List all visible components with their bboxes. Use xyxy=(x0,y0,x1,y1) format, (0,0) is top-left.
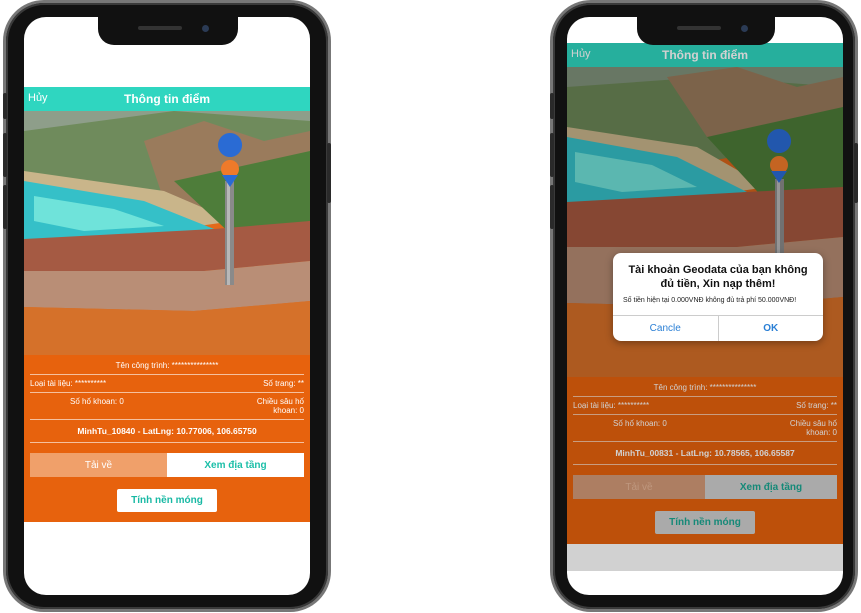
download-tab[interactable]: Tải về xyxy=(573,475,705,499)
notch xyxy=(98,17,238,45)
phone-left: Hủy Thông tin điểm Tên công trình: *****… xyxy=(3,3,331,609)
page-title: Thông tin điểm xyxy=(662,48,748,62)
phone-right: Hủy Thông tin điểm Tên công trình: *****… xyxy=(550,3,858,609)
page-title: Thông tin điểm xyxy=(124,92,210,106)
calculate-foundation-button[interactable]: Tính nền móng xyxy=(655,511,755,534)
download-tab[interactable]: Tải về xyxy=(30,453,167,477)
doc-row: Loại tài liệu: ********** Số trang: ** xyxy=(30,377,304,390)
project-name: Tên công trình: *************** xyxy=(115,361,219,370)
coordinates: MinhTu_00831 - LatLng: 10.78565, 106.655… xyxy=(615,448,795,458)
action-tabs: Tải về Xem địa tầng xyxy=(573,475,837,499)
document-type: Loại tài liệu: ********** xyxy=(573,401,650,410)
view-layers-tab[interactable]: Xem địa tầng xyxy=(705,475,837,499)
borehole-row: Số hố khoan: 0 Chiều sâu hố khoan: 0 xyxy=(573,417,837,439)
power-button xyxy=(854,143,858,203)
page-count: Số trang: ** xyxy=(796,401,837,410)
project-name: Tên công trình: *************** xyxy=(653,383,757,392)
view-layers-tab[interactable]: Xem địa tầng xyxy=(167,453,304,477)
page-count: Số trang: ** xyxy=(263,379,304,388)
volume-down-button xyxy=(550,185,554,229)
point-info-screen: Hủy Thông tin điểm Tên công trình: *****… xyxy=(24,87,310,531)
phone-screen: Hủy Thông tin điểm Tên công trình: *****… xyxy=(567,17,843,595)
point-info-panel: Tên công trình: *************** Loại tài… xyxy=(24,355,310,522)
dialog-cancel-button[interactable]: Cancle xyxy=(613,316,718,341)
geology-illustration xyxy=(24,111,310,355)
volume-up-button xyxy=(3,133,7,177)
calculate-foundation-button[interactable]: Tính nền móng xyxy=(117,489,217,512)
mute-switch xyxy=(3,93,7,119)
borehole-depth: Chiều sâu hố khoan: 0 xyxy=(256,397,304,415)
dialog-buttons: Cancle OK xyxy=(613,315,824,342)
dialog-title: Tài khoản Geodata của bạn không đủ tiền,… xyxy=(628,264,808,291)
coordinates: MinhTu_10840 - LatLng: 10.77006, 106.657… xyxy=(77,426,257,436)
cancel-link[interactable]: Hủy xyxy=(28,92,48,104)
document-type: Loại tài liệu: ********** xyxy=(30,379,107,388)
volume-up-button xyxy=(550,133,554,177)
cancel-link[interactable]: Hủy xyxy=(571,48,591,60)
dialog-ok-button[interactable]: OK xyxy=(717,316,824,342)
insufficient-funds-dialog: Tài khoản Geodata của bạn không đủ tiền,… xyxy=(613,253,824,342)
borehole-count: Số hố khoan: 0 xyxy=(613,419,667,428)
borehole-count: Số hố khoan: 0 xyxy=(70,397,124,406)
phone-screen: Hủy Thông tin điểm Tên công trình: *****… xyxy=(24,17,310,595)
point-info-panel: Tên công trình: *************** Loại tài… xyxy=(567,377,843,544)
borehole-depth: Chiều sâu hố khoan: 0 xyxy=(789,419,837,437)
power-button xyxy=(327,143,331,203)
header-bar: Hủy Thông tin điểm xyxy=(24,87,310,111)
notch xyxy=(637,17,775,45)
action-tabs: Tải về Xem địa tầng xyxy=(30,453,304,477)
doc-row: Loại tài liệu: ********** Số trang: ** xyxy=(573,399,837,412)
mute-switch xyxy=(550,93,554,119)
borehole-row: Số hố khoan: 0 Chiều sâu hố khoan: 0 xyxy=(30,395,304,417)
dialog-message: Số tiền hiện tại 0.000VNĐ không đủ trả p… xyxy=(623,296,797,304)
volume-down-button xyxy=(3,185,7,229)
header-bar: Hủy Thông tin điểm xyxy=(567,43,843,67)
